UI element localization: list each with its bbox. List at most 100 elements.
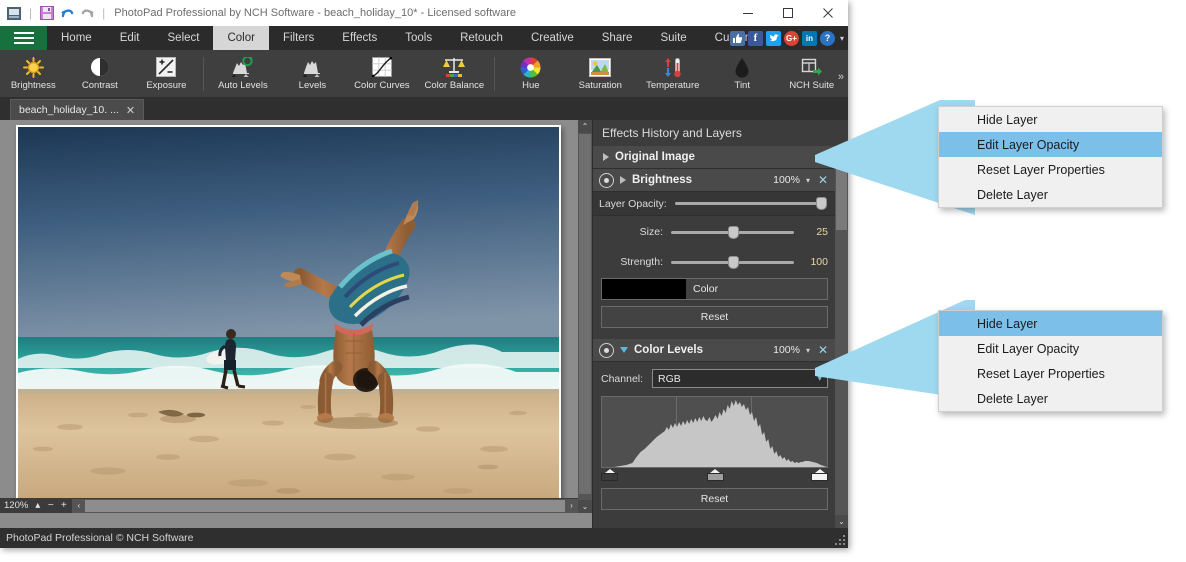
facebook-icon[interactable]: f (748, 31, 763, 46)
maximize-button[interactable] (768, 0, 808, 26)
channel-value: RGB (658, 373, 681, 385)
tab-share[interactable]: Share (588, 26, 647, 50)
layer-row-brightness[interactable]: Brightness 100% ▾ ✕ (593, 169, 836, 192)
tool-exposure[interactable]: Exposure (133, 51, 200, 97)
color-button[interactable]: Color (601, 278, 828, 300)
tool-color-balance[interactable]: Color Balance (418, 51, 490, 97)
tool-brightness[interactable]: Brightness (0, 51, 67, 97)
panel-title: Effects History and Layers (593, 120, 848, 146)
exposure-icon (156, 56, 176, 78)
size-track[interactable] (671, 231, 794, 234)
tool-label: Brightness (11, 80, 56, 91)
scroll-down-button[interactable]: ⌄ (578, 500, 592, 513)
redo-icon[interactable] (79, 5, 95, 21)
canvas-horizontal-scrollbar[interactable]: ‹ › (72, 499, 578, 513)
menu-item-delete-layer[interactable]: Delete Layer (939, 182, 1162, 207)
document-tab[interactable]: beach_holiday_10. ... ✕ (10, 99, 144, 120)
help-icon[interactable]: ? (820, 31, 835, 46)
chevron-down-icon[interactable]: ▾ (840, 34, 844, 43)
color-levels-reset-button[interactable]: Reset (601, 488, 828, 510)
channel-select[interactable]: RGB ▾ (652, 369, 828, 388)
menu-item-edit-layer-opacity[interactable]: Edit Layer Opacity (939, 336, 1162, 361)
eye-icon[interactable] (599, 173, 614, 188)
levels-histogram[interactable] (601, 396, 828, 468)
scroll-right-button[interactable]: › (565, 501, 578, 510)
close-button[interactable] (808, 0, 848, 26)
tab-creative[interactable]: Creative (517, 26, 588, 50)
zoom-level-label[interactable]: 120% (0, 500, 31, 511)
scroll-up-button[interactable]: ⌃ (578, 120, 592, 133)
layer-row-original-image[interactable]: Original Image (593, 146, 836, 169)
google-plus-icon[interactable]: G+ (784, 31, 799, 46)
main-menu-button[interactable] (0, 26, 47, 50)
layer-opacity-track[interactable] (675, 202, 826, 205)
levels-mid-point[interactable] (707, 469, 724, 481)
tint-icon (734, 56, 750, 78)
hue-icon (520, 56, 541, 78)
app-icon[interactable] (6, 5, 22, 21)
toolbar-divider (203, 57, 204, 91)
tab-home[interactable]: Home (47, 26, 106, 50)
scroll-left-button[interactable]: ‹ (72, 501, 85, 510)
menu-item-reset-layer-properties[interactable]: Reset Layer Properties (939, 361, 1162, 386)
tab-tools[interactable]: Tools (391, 26, 446, 50)
tab-suite[interactable]: Suite (646, 26, 700, 50)
size-control[interactable]: Size: 25 (601, 221, 828, 243)
scroll-down-button[interactable]: ⌄ (835, 515, 848, 528)
save-icon[interactable] (39, 5, 55, 21)
strength-control[interactable]: Strength: 100 (601, 251, 828, 273)
scrollbar-thumb[interactable] (579, 134, 591, 494)
twitter-icon[interactable] (766, 31, 781, 46)
linkedin-icon[interactable]: in (802, 31, 817, 46)
tab-retouch[interactable]: Retouch (446, 26, 517, 50)
eye-icon[interactable] (599, 343, 614, 358)
levels-white-point[interactable] (811, 469, 828, 481)
chevron-down-icon[interactable]: ▾ (806, 176, 810, 185)
toolbar-overflow-button[interactable]: » (838, 71, 844, 83)
size-knob[interactable] (728, 226, 739, 239)
chevron-right-icon[interactable] (603, 153, 609, 161)
chevron-down-icon[interactable] (620, 347, 628, 353)
chevron-down-icon[interactable]: ▾ (806, 346, 810, 355)
levels-icon (301, 56, 323, 78)
tool-temperature[interactable]: Temperature (637, 51, 709, 97)
brightness-reset-button[interactable]: Reset (601, 306, 828, 328)
menu-item-hide-layer[interactable]: Hide Layer (939, 311, 1162, 336)
tool-label: Color Curves (354, 80, 409, 91)
menu-item-delete-layer[interactable]: Delete Layer (939, 386, 1162, 411)
tool-hue[interactable]: Hue (498, 51, 565, 97)
tab-select[interactable]: Select (154, 26, 214, 50)
menu-item-hide-layer[interactable]: Hide Layer (939, 107, 1162, 132)
h-scrollbar-thumb[interactable] (85, 500, 565, 512)
thumbs-up-icon[interactable] (730, 31, 745, 46)
window-title: PhotoPad Professional by NCH Software - … (114, 7, 516, 19)
chevron-right-icon[interactable] (620, 176, 626, 184)
close-icon[interactable]: ✕ (126, 104, 135, 117)
zoom-in-button[interactable]: + (57, 499, 70, 513)
zoom-caret-icon[interactable]: ▴ (31, 499, 44, 513)
zoom-out-button[interactable]: − (44, 499, 57, 513)
tab-effects[interactable]: Effects (328, 26, 391, 50)
effects-history-and-layers-panel: Effects History and Layers Original Imag… (592, 120, 848, 528)
tool-levels[interactable]: Levels (279, 51, 346, 97)
minimize-button[interactable] (728, 0, 768, 26)
strength-knob[interactable] (728, 256, 739, 269)
menu-item-edit-layer-opacity[interactable]: Edit Layer Opacity (939, 132, 1162, 157)
canvas-vertical-scrollbar[interactable]: ⌃ ⌄ (578, 120, 592, 513)
tool-color-curves[interactable]: Color Curves (346, 51, 418, 97)
tool-contrast[interactable]: Contrast (67, 51, 134, 97)
tab-edit[interactable]: Edit (106, 26, 154, 50)
tab-color[interactable]: Color (213, 26, 268, 50)
layer-opacity-control[interactable]: Layer Opacity: (593, 192, 836, 216)
tool-saturation[interactable]: Saturation (564, 51, 636, 97)
strength-track[interactable] (671, 261, 794, 264)
tool-tint[interactable]: Tint (709, 51, 776, 97)
menu-item-reset-layer-properties[interactable]: Reset Layer Properties (939, 157, 1162, 182)
canvas-area[interactable]: ⌃ ⌄ 120% ▴ − + ‹ › (0, 120, 592, 528)
tab-filters[interactable]: Filters (269, 26, 328, 50)
tool-auto-levels[interactable]: Auto Levels (207, 51, 279, 97)
layer-row-color-levels[interactable]: Color Levels 100% ▾ ✕ (593, 339, 836, 362)
levels-black-point[interactable] (601, 469, 618, 481)
resize-grip-icon[interactable] (835, 535, 845, 545)
undo-icon[interactable] (59, 5, 75, 21)
